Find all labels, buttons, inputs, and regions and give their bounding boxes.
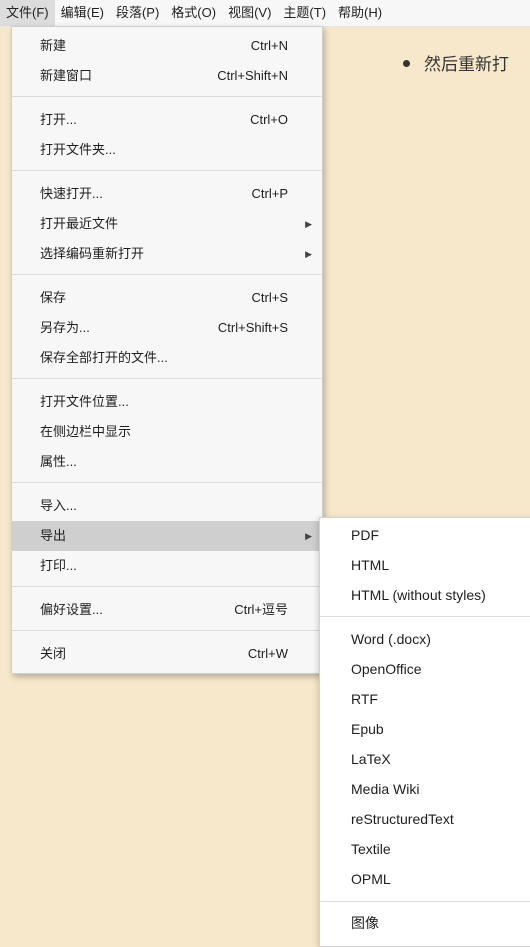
menu-theme[interactable]: 主题(T) [277, 0, 332, 26]
menu-item-label: 另存为... [40, 320, 90, 335]
menu-item-quick-open[interactable]: 快速打开... Ctrl+P [12, 179, 322, 209]
menu-item-properties[interactable]: 属性... [12, 447, 322, 477]
export-item-openoffice[interactable]: OpenOffice [320, 654, 530, 684]
bullet-text: 然后重新打 [424, 55, 509, 74]
menu-item-label: 导出 [40, 528, 67, 543]
export-item-opml[interactable]: OPML [320, 864, 530, 894]
menu-paragraph[interactable]: 段落(P) [110, 0, 165, 26]
menu-item-label: 选择编码重新打开 [40, 246, 145, 261]
menu-item-open-folder[interactable]: 打开文件夹... [12, 135, 322, 165]
bullet-icon [403, 60, 410, 68]
menu-item-show-in-sidebar[interactable]: 在侧边栏中显示 [12, 417, 322, 447]
menu-item-label: 新建 [40, 38, 67, 53]
menu-item-print[interactable]: 打印... [12, 551, 322, 581]
menu-separator [320, 901, 530, 902]
menu-item-label: 导入... [40, 498, 77, 513]
menu-item-label: 新建窗口 [40, 68, 93, 83]
triangle-right-icon: ▶ [305, 531, 312, 541]
menu-item-save-as[interactable]: 另存为... Ctrl+Shift+S [12, 313, 322, 343]
menu-item-shortcut: Ctrl+N [250, 38, 288, 53]
menu-file[interactable]: 文件(F) [0, 0, 55, 26]
menu-separator [12, 170, 322, 171]
menu-item-label: 保存 [40, 290, 67, 305]
export-item-word[interactable]: Word (.docx) [320, 624, 530, 654]
export-item-image[interactable]: 图像 [320, 908, 530, 938]
menu-item-reopen-with-encoding[interactable]: 选择编码重新打开 ▶ [12, 239, 322, 269]
menu-item-shortcut: Ctrl+P [251, 186, 288, 201]
menu-bar: 文件(F) 编辑(E) 段落(P) 格式(O) 视图(V) 主题(T) 帮助(H… [0, 0, 530, 27]
menu-item-open-file-location[interactable]: 打开文件位置... [12, 387, 322, 417]
menu-separator [12, 274, 322, 275]
export-item-pdf[interactable]: PDF [320, 520, 530, 550]
menu-item-label: 关闭 [40, 646, 67, 661]
menu-separator [12, 586, 322, 587]
export-item-rtf[interactable]: RTF [320, 684, 530, 714]
export-item-mediawiki[interactable]: Media Wiki [320, 774, 530, 804]
export-item-html-no-styles[interactable]: HTML (without styles) [320, 580, 530, 610]
menu-help[interactable]: 帮助(H) [332, 0, 388, 26]
export-submenu: PDF HTML HTML (without styles) Word (.do… [319, 517, 530, 947]
menu-item-shortcut: Ctrl+Shift+N [217, 68, 288, 83]
menu-item-shortcut: Ctrl+O [250, 112, 288, 127]
export-item-restructuredtext[interactable]: reStructuredText [320, 804, 530, 834]
document-bullet-line[interactable]: 然后重新打 [403, 50, 509, 75]
menu-item-import[interactable]: 导入... [12, 491, 322, 521]
triangle-right-icon: ▶ [305, 219, 312, 229]
export-item-epub[interactable]: Epub [320, 714, 530, 744]
menu-format[interactable]: 格式(O) [165, 0, 222, 26]
menu-item-shortcut: Ctrl+S [251, 290, 288, 305]
export-item-html[interactable]: HTML [320, 550, 530, 580]
menu-item-new[interactable]: 新建 Ctrl+N [12, 31, 322, 61]
menu-item-label: 快速打开... [40, 186, 103, 201]
menu-item-open-recent[interactable]: 打开最近文件 ▶ [12, 209, 322, 239]
menu-item-open[interactable]: 打开... Ctrl+O [12, 105, 322, 135]
menu-item-shortcut: Ctrl+W [247, 646, 288, 661]
menu-separator [12, 630, 322, 631]
menu-item-label: 打开文件夹... [40, 142, 116, 157]
menu-item-label: 打开最近文件 [40, 216, 119, 231]
menu-view[interactable]: 视图(V) [222, 0, 277, 26]
menu-separator [12, 96, 322, 97]
menu-item-label: 打印... [40, 558, 77, 573]
menu-separator [12, 378, 322, 379]
menu-item-label: 保存全部打开的文件... [40, 350, 168, 365]
file-menu-dropdown: 新建 Ctrl+N 新建窗口 Ctrl+Shift+N 打开... Ctrl+O… [11, 26, 323, 674]
export-item-textile[interactable]: Textile [320, 834, 530, 864]
menu-item-export[interactable]: 导出 ▶ [12, 521, 322, 551]
menu-item-new-window[interactable]: 新建窗口 Ctrl+Shift+N [12, 61, 322, 91]
menu-separator [12, 482, 322, 483]
menu-item-label: 打开... [40, 112, 77, 127]
menu-item-label: 打开文件位置... [40, 394, 129, 409]
menu-item-shortcut: Ctrl+逗号 [234, 602, 288, 617]
menu-item-label: 偏好设置... [40, 602, 103, 617]
menu-item-preferences[interactable]: 偏好设置... Ctrl+逗号 [12, 595, 322, 625]
menu-item-save[interactable]: 保存 Ctrl+S [12, 283, 322, 313]
triangle-right-icon: ▶ [305, 249, 312, 259]
menu-item-shortcut: Ctrl+Shift+S [217, 320, 288, 335]
menu-separator [320, 616, 530, 617]
menu-edit[interactable]: 编辑(E) [55, 0, 110, 26]
menu-item-close[interactable]: 关闭 Ctrl+W [12, 639, 322, 669]
export-item-latex[interactable]: LaTeX [320, 744, 530, 774]
menu-item-label: 在侧边栏中显示 [40, 424, 132, 439]
menu-item-save-all[interactable]: 保存全部打开的文件... [12, 343, 322, 373]
menu-item-label: 属性... [40, 454, 77, 469]
